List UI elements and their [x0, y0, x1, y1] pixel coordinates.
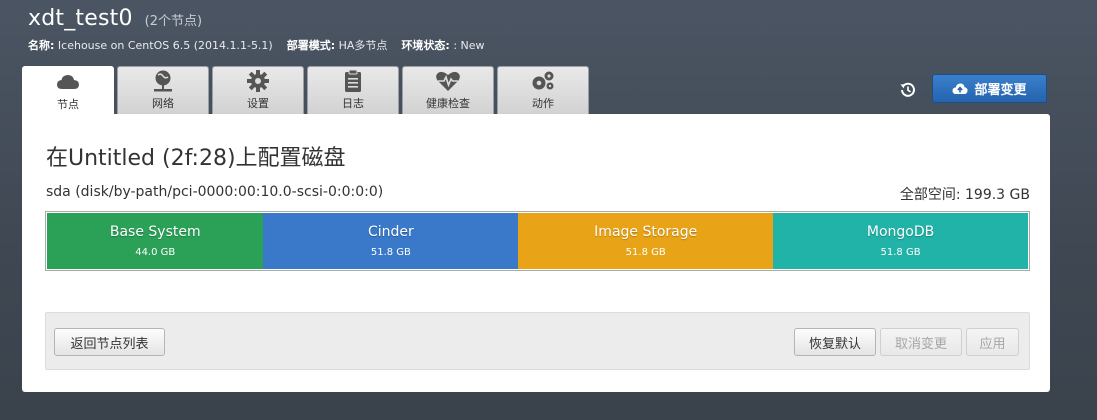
- tab-health-check[interactable]: 健康检查: [402, 66, 494, 114]
- restore-defaults-button[interactable]: 恢复默认: [794, 328, 876, 356]
- deploy-label: 部署变更: [974, 83, 1027, 98]
- tab-logs[interactable]: 日志: [307, 66, 399, 114]
- meta-status-label: 环境状态:: [401, 39, 450, 52]
- heartbeat-icon: [435, 69, 461, 93]
- history-button[interactable]: [898, 80, 918, 100]
- gear-icon: [245, 69, 271, 93]
- meta-mode-value: HA多节点: [338, 39, 388, 52]
- back-to-node-list-button[interactable]: 返回节点列表: [54, 328, 165, 356]
- tab-label: 健康检查: [426, 97, 470, 110]
- meta-name-label: 名称:: [28, 39, 55, 52]
- cloud-upload-icon: [952, 83, 968, 94]
- tab-label: 日志: [342, 97, 364, 110]
- meta-status-value: : New: [453, 39, 485, 52]
- disk-config-panel: 在Untitled (2f:28)上配置磁盘 sda (disk/by-path…: [22, 114, 1050, 392]
- apply-button[interactable]: 应用: [966, 328, 1019, 356]
- cluster-meta: 名称: Icehouse on CentOS 6.5 (2014.1.1-5.1…: [28, 37, 485, 53]
- cloud-icon: [55, 70, 81, 94]
- volume-name: Cinder: [367, 224, 414, 240]
- tab-label: 网络: [152, 97, 174, 110]
- tab-label: 设置: [247, 97, 269, 110]
- action-bar: 返回节点列表 恢复默认 取消变更 应用: [45, 312, 1030, 370]
- volume-size: 51.8 GB: [625, 247, 666, 258]
- cluster-title: xdt_test0 (2个节点): [28, 6, 202, 31]
- tab-nodes[interactable]: 节点: [22, 66, 114, 115]
- deploy-changes-button[interactable]: 部署变更: [932, 74, 1047, 103]
- meta-mode-label: 部署模式:: [286, 39, 336, 52]
- tab-settings[interactable]: 设置: [212, 66, 304, 114]
- volume-segment[interactable]: MongoDB 51.8 GB: [773, 213, 1028, 269]
- page-title: 在Untitled (2f:28)上配置磁盘: [46, 146, 346, 171]
- volume-size: 51.8 GB: [880, 247, 921, 258]
- cancel-changes-button[interactable]: 取消变更: [880, 328, 962, 356]
- disk-name: sda (disk/by-path/pci-0000:00:10.0-scsi-…: [46, 184, 384, 200]
- volume-segment[interactable]: Cinder 51.8 GB: [263, 213, 519, 269]
- tab-bar: 节点 网络 设置 日志 健康检查 动作: [22, 66, 589, 115]
- cogs-icon: [530, 69, 556, 93]
- meta-name-value: Icehouse on CentOS 6.5 (2014.1.1-5.1): [57, 39, 273, 52]
- volume-size: 51.8 GB: [370, 247, 411, 258]
- volume-segment[interactable]: Image Storage 51.8 GB: [518, 213, 774, 269]
- history-icon: [900, 82, 915, 97]
- clipboard-icon: [340, 69, 366, 93]
- volume-name: Image Storage: [594, 224, 698, 240]
- cluster-name: xdt_test0: [28, 6, 133, 31]
- disk-total-space: 全部空间: 199.3 GB: [899, 187, 1030, 203]
- volume-size: 44.0 GB: [135, 247, 176, 258]
- tab-label: 节点: [57, 98, 79, 111]
- disk-volume-bar: Base System 44.0 GB Cinder 51.8 GB Image Sto…: [45, 211, 1030, 271]
- tab-label: 动作: [532, 97, 554, 110]
- tab-network[interactable]: 网络: [117, 66, 209, 114]
- network-icon: [150, 69, 176, 93]
- volume-name: Base System: [109, 224, 201, 240]
- volume-name: MongoDB: [866, 224, 935, 240]
- node-count: (2个节点): [144, 14, 203, 29]
- volume-segment[interactable]: Base System 44.0 GB: [47, 213, 264, 269]
- tab-actions[interactable]: 动作: [497, 66, 589, 114]
